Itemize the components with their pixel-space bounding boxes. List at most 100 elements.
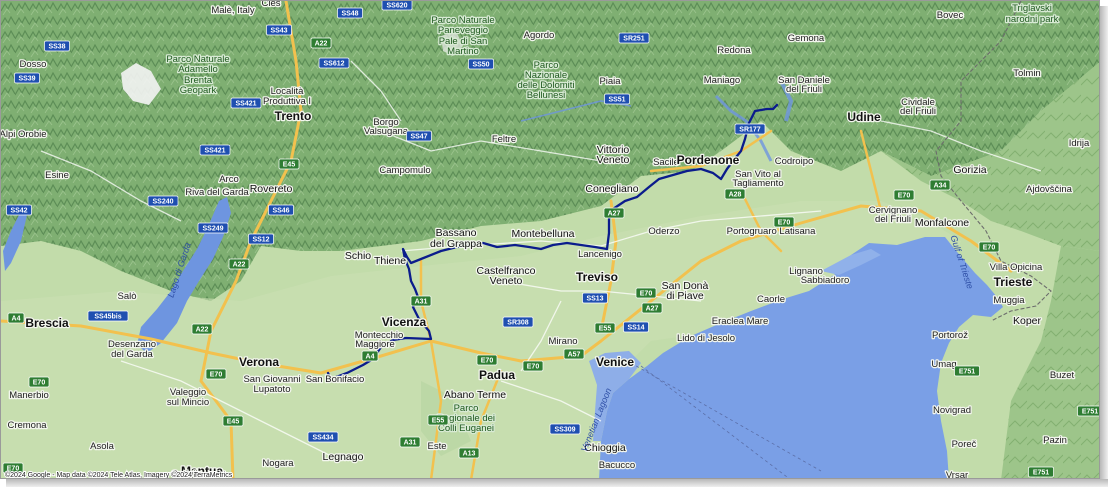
- road-shield: SR251: [618, 32, 650, 44]
- road-shield: SR177: [734, 123, 766, 135]
- road-shield-label: SS13: [586, 296, 603, 303]
- road-shield: E751: [954, 365, 980, 377]
- place-label: narodni park: [1006, 14, 1059, 25]
- road-shield: A27: [603, 207, 625, 219]
- road-shield: A22: [228, 258, 250, 270]
- place-label: Lancenigo: [578, 249, 622, 260]
- road-shield-label: E70: [778, 220, 791, 227]
- road-shield: E751: [1028, 466, 1054, 478]
- road-shield: SS249: [197, 222, 229, 234]
- place-label: del Friuli: [900, 106, 936, 117]
- road-shield-label: SS421: [204, 148, 225, 155]
- road-shield: E70: [773, 216, 795, 228]
- place-label: Idrija: [1069, 138, 1090, 149]
- road-shield: E70: [476, 354, 498, 366]
- road-shield-label: A57: [568, 352, 581, 359]
- place-label: Gorizia: [953, 164, 986, 176]
- place-label: Rovereto: [250, 183, 293, 195]
- road-shield-label: A28: [729, 192, 742, 199]
- road-shield-label: E45: [283, 162, 296, 169]
- place-label: Riva del Garda: [185, 187, 249, 198]
- road-shield-label: SS421: [235, 101, 256, 108]
- place-label: Ajdovščina: [1026, 184, 1073, 195]
- place-label: Nogara: [262, 458, 294, 469]
- place-label: Produttiva I: [263, 96, 311, 107]
- road-shield: SS620: [381, 1, 413, 11]
- place-label: Buzet: [1050, 370, 1075, 381]
- place-label: Maggiore: [355, 339, 395, 350]
- road-shield-label: A22: [196, 327, 209, 334]
- place-label: Montebelluna: [511, 228, 574, 240]
- place-label: Bacucco: [599, 460, 635, 471]
- road-shield-label: A27: [608, 211, 621, 218]
- place-label: di Piave: [666, 290, 704, 302]
- place-label: Verona: [239, 355, 279, 369]
- road-shield: SS434: [307, 431, 339, 443]
- road-shield: SS12: [248, 233, 274, 245]
- road-shield: A57: [563, 348, 585, 360]
- road-shield-label: A4: [366, 354, 375, 361]
- place-label: Agordo: [524, 30, 555, 41]
- road-shield-label: SR308: [507, 320, 529, 327]
- place-label: Cremona: [7, 420, 47, 431]
- place-label: Piaia: [599, 76, 621, 87]
- road-shield-label: E70: [898, 193, 911, 200]
- road-shield: E70: [205, 368, 227, 380]
- road-shield: A13: [458, 447, 480, 459]
- road-shield-label: SS309: [554, 427, 575, 434]
- place-label: Pordenone: [677, 153, 740, 167]
- road-shield: SS612: [318, 57, 350, 69]
- road-shield-label: A31: [415, 299, 428, 306]
- road-shield-label: SS51: [608, 97, 625, 104]
- road-shield-label: SS46: [272, 208, 289, 215]
- road-shield-label: E70: [983, 245, 996, 252]
- road-shield-label: E70: [210, 372, 223, 379]
- place-label: Veneto: [490, 275, 523, 287]
- road-shield: E751: [1077, 405, 1099, 417]
- place-label: Redona: [717, 45, 751, 56]
- road-shield: E70: [28, 376, 50, 388]
- road-shield: A4: [361, 350, 379, 362]
- place-label: Portogruaro Latisana: [727, 226, 816, 237]
- place-label: Caorle: [757, 294, 785, 305]
- road-shield: SS50: [468, 58, 494, 70]
- place-label: Veneto: [597, 154, 630, 166]
- road-shield-label: SS14: [627, 325, 644, 332]
- road-shield-label: A22: [233, 262, 246, 269]
- place-label: Monfalcone: [915, 217, 969, 229]
- place-label: Muggia: [993, 295, 1025, 306]
- road-shield-label: SS612: [323, 61, 344, 68]
- road-shield: E55: [594, 322, 616, 334]
- place-label: Geopark: [180, 85, 217, 96]
- road-shield: SS45bis: [87, 310, 129, 322]
- place-label: Padua: [479, 368, 515, 382]
- road-shield: SS38: [44, 40, 70, 52]
- road-shield-label: SS38: [48, 44, 65, 51]
- place-label: Villa Opicina: [990, 262, 1043, 273]
- road-shield: SS51: [604, 93, 630, 105]
- frame-shadow: [6, 479, 1108, 487]
- road-shield-label: SS50: [472, 62, 489, 69]
- road-shield-label: E45: [227, 419, 240, 426]
- place-label: Bellunesi: [527, 90, 566, 101]
- road-shield: SS48: [337, 7, 363, 19]
- place-label: Poreč: [952, 439, 977, 450]
- map-frame[interactable]: Cles Malè, Italy Dosso Alpi Orobie Esine Arco…: [0, 0, 1100, 479]
- road-shield: E70: [635, 287, 657, 299]
- place-label: Esine: [45, 170, 69, 181]
- road-shield-label: E70: [527, 364, 540, 371]
- place-label: Lido di Jesolo: [677, 333, 735, 344]
- place-label: Este: [427, 441, 446, 452]
- road-shield-label: SS12: [252, 237, 269, 244]
- place-label: Portorož: [932, 330, 968, 341]
- road-shield: A27: [641, 302, 663, 314]
- place-label: Trieste: [994, 275, 1033, 289]
- place-label: Legnago: [323, 451, 364, 463]
- road-shield-label: A27: [646, 306, 659, 313]
- place-label: Feltre: [492, 134, 516, 145]
- road-shield: A31: [399, 436, 421, 448]
- map-canvas[interactable]: Cles Malè, Italy Dosso Alpi Orobie Esine Arco…: [1, 1, 1100, 479]
- road-shield: A4: [7, 312, 25, 324]
- place-label: Valsugana: [364, 126, 409, 137]
- place-label: Conegliano: [585, 183, 638, 195]
